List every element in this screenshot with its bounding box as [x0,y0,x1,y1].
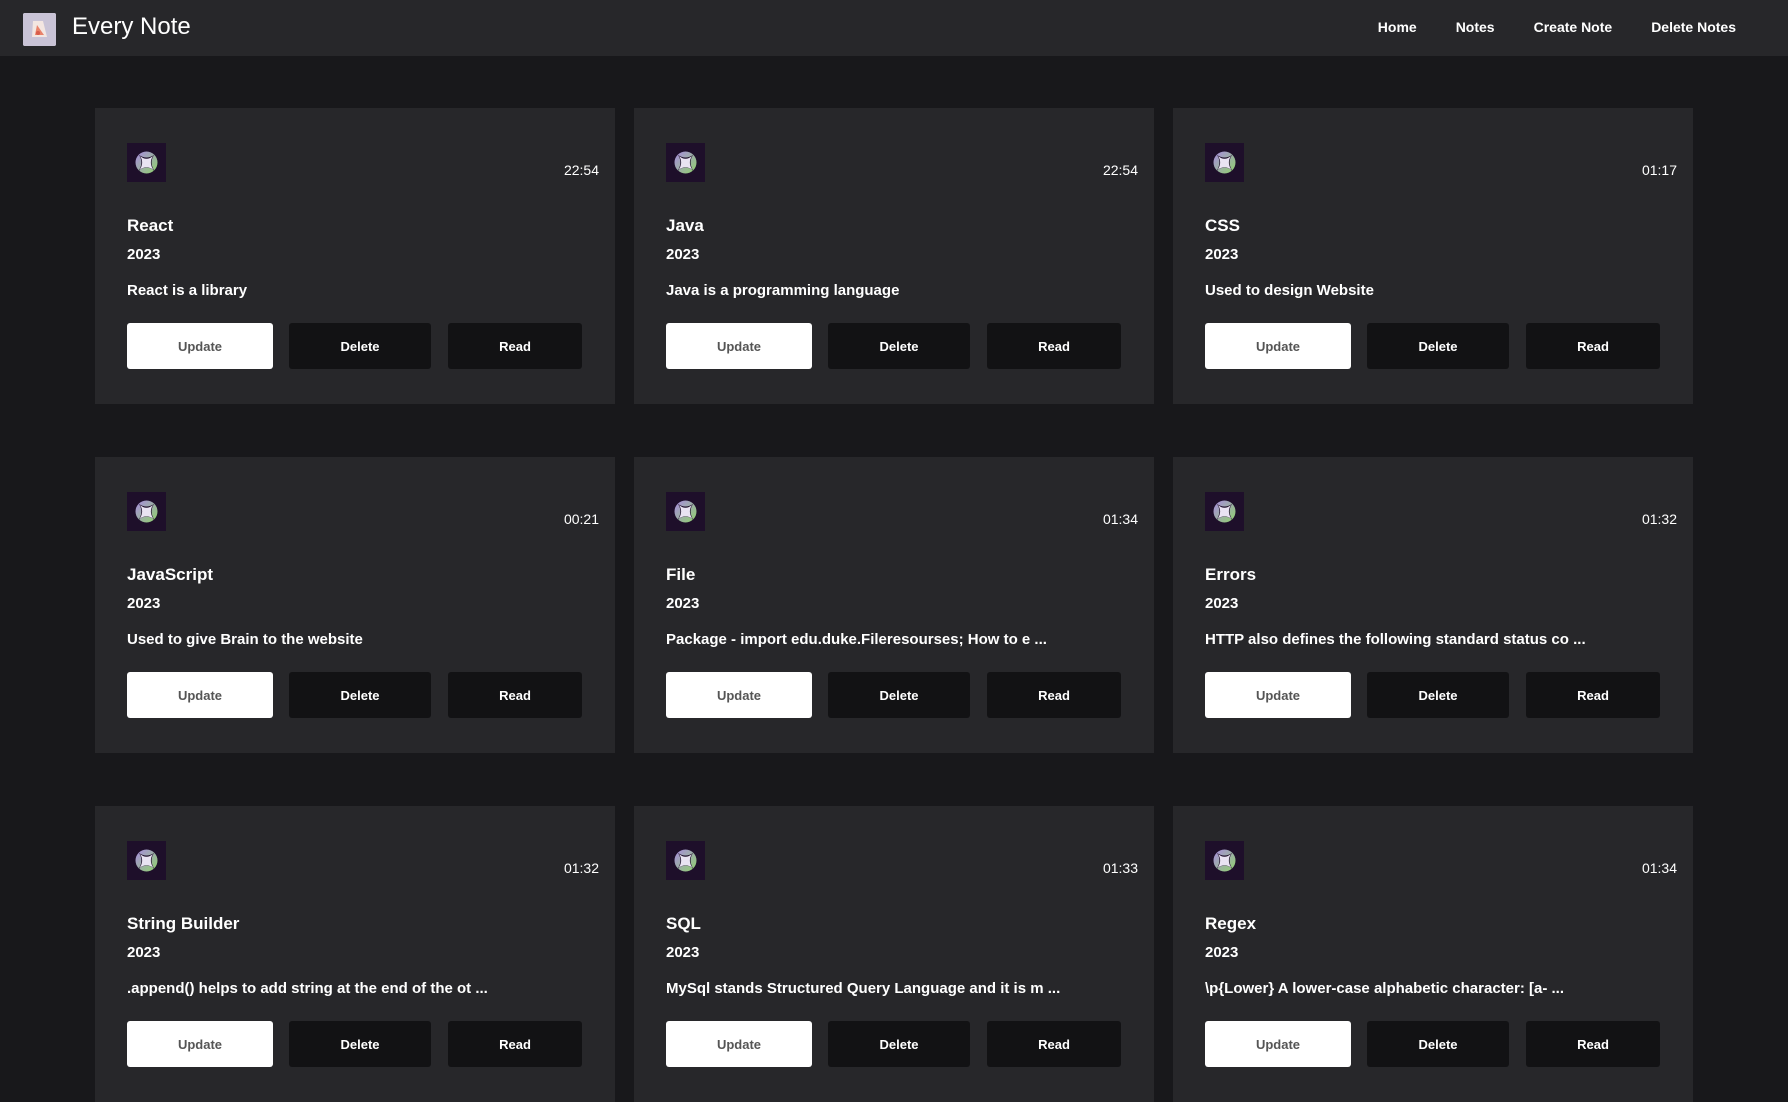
update-button[interactable]: Update [666,1021,812,1067]
delete-button[interactable]: Delete [1367,672,1509,718]
note-card: 22:54 Java 2023 Java is a programming la… [634,108,1154,404]
note-description: Used to give Brain to the website [127,631,363,648]
note-time: 01:17 [1641,162,1677,178]
delete-button[interactable]: Delete [1367,1021,1509,1067]
note-card: 01:32 Errors 2023 HTTP also defines the … [1173,457,1693,753]
note-title: Errors [1205,565,1257,584]
note-description: MySql stands Structured Query Language a… [666,980,1061,997]
delete-button[interactable]: Delete [828,1021,970,1067]
note-description: Java is a programming language [666,282,900,299]
update-button[interactable]: Update [127,323,273,369]
xbox-logo-icon [666,143,705,182]
note-year: 2023 [1205,246,1239,263]
delete-button[interactable]: Delete [1367,323,1509,369]
note-time: 22:54 [563,162,599,178]
read-button[interactable]: Read [448,1021,582,1067]
update-button[interactable]: Update [1205,323,1351,369]
xbox-logo-icon [666,492,705,531]
note-year: 2023 [127,595,161,612]
note-title: Java [666,216,704,235]
note-title: JavaScript [127,565,213,584]
note-year: 2023 [666,595,700,612]
note-title: File [666,565,696,584]
xbox-logo-icon [1205,841,1244,880]
read-button[interactable]: Read [1526,1021,1660,1067]
nav-link-home[interactable]: Home [1378,18,1417,36]
note-card: 00:21 JavaScript 2023 Used to give Brain… [95,457,615,753]
update-button[interactable]: Update [1205,1021,1351,1067]
notes-grid: 22:54 React 2023 React is a library Upda… [95,108,1693,1102]
note-description: Used to design Website [1205,282,1374,299]
read-button[interactable]: Read [987,323,1121,369]
update-button[interactable]: Update [666,323,812,369]
note-description: .append() helps to add string at the end… [127,980,488,997]
delete-button[interactable]: Delete [828,672,970,718]
delete-button[interactable]: Delete [289,672,431,718]
note-year: 2023 [127,944,161,961]
note-title: Regex [1205,914,1257,933]
note-card: 01:34 Regex 2023 \p{Lower} A lower-case … [1173,806,1693,1102]
note-time: 00:21 [563,511,599,527]
note-time: 22:54 [1102,162,1138,178]
note-title: SQL [666,914,701,933]
read-button[interactable]: Read [1526,672,1660,718]
note-title: React [127,216,174,235]
nav-link-delete-notes[interactable]: Delete Notes [1651,18,1736,36]
note-card: 01:34 File 2023 Package - import edu.duk… [634,457,1154,753]
app-title[interactable]: Every Note [72,12,191,42]
note-time: 01:32 [563,860,599,876]
update-button[interactable]: Update [127,672,273,718]
xbox-logo-icon [127,492,166,531]
note-year: 2023 [666,246,700,263]
nav-link-notes[interactable]: Notes [1456,18,1495,36]
delete-button[interactable]: Delete [828,323,970,369]
note-card: 22:54 React 2023 React is a library Upda… [95,108,615,404]
note-description: HTTP also defines the following standard… [1205,631,1586,648]
update-button[interactable]: Update [1205,672,1351,718]
note-title: String Builder [127,914,240,933]
note-year: 2023 [666,944,700,961]
xbox-logo-icon [1205,492,1244,531]
update-button[interactable]: Update [666,672,812,718]
note-year: 2023 [1205,944,1239,961]
note-card: 01:17 CSS 2023 Used to design Website Up… [1173,108,1693,404]
delete-button[interactable]: Delete [289,323,431,369]
read-button[interactable]: Read [448,323,582,369]
xbox-logo-icon [127,841,166,880]
xbox-logo-icon [127,143,166,182]
delete-button[interactable]: Delete [289,1021,431,1067]
nav-links: Home Notes Create Note Delete Notes [1378,18,1736,36]
xbox-logo-icon [1205,143,1244,182]
navbar: Every Note Home Notes Create Note Delete… [0,0,1788,56]
note-card: 01:33 SQL 2023 MySql stands Structured Q… [634,806,1154,1102]
read-button[interactable]: Read [987,672,1121,718]
note-title: CSS [1205,216,1240,235]
read-button[interactable]: Read [987,1021,1121,1067]
note-year: 2023 [1205,595,1239,612]
xbox-logo-icon [666,841,705,880]
note-card: 01:32 String Builder 2023 .append() help… [95,806,615,1102]
read-button[interactable]: Read [448,672,582,718]
note-year: 2023 [127,246,161,263]
note-time: 01:33 [1102,860,1138,876]
note-description: \p{Lower} A lower-case alphabetic charac… [1205,980,1565,997]
nav-link-create-note[interactable]: Create Note [1534,18,1613,36]
read-button[interactable]: Read [1526,323,1660,369]
note-time: 01:34 [1102,511,1138,527]
note-description: React is a library [127,282,248,299]
note-description: Package - import edu.duke.Fileresourses;… [666,631,1047,648]
update-button[interactable]: Update [127,1021,273,1067]
app-logo-icon[interactable] [23,13,56,46]
note-time: 01:32 [1641,511,1677,527]
note-time: 01:34 [1641,860,1677,876]
